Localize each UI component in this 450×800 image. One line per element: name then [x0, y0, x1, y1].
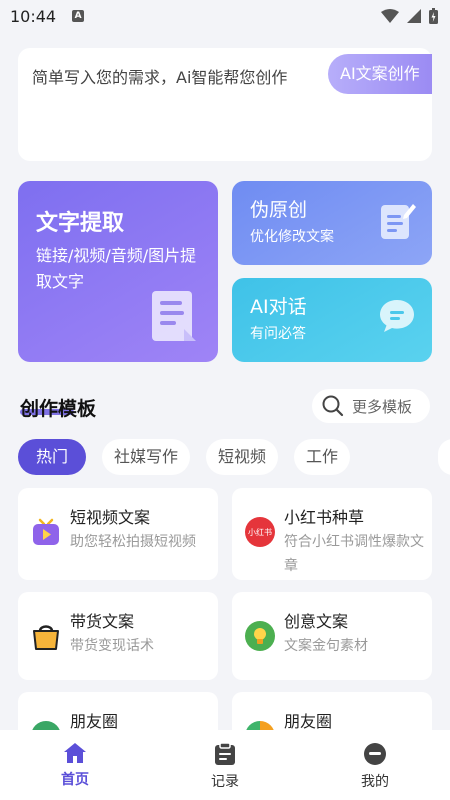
battery-icon	[429, 8, 438, 24]
chat-bubble-icon	[380, 300, 414, 332]
templates-section-title: 创作模板	[20, 398, 97, 420]
nav-records-label: 记录	[211, 774, 239, 790]
status-time: 10:44	[10, 6, 57, 26]
template-card-xiaohongshu[interactable]: 小红书 小红书种草 符合小红书调性爆款文章	[232, 488, 432, 580]
template-card-sales-copy[interactable]: 带货文案 带货变现话术	[18, 592, 218, 680]
tab-short-video[interactable]: 短视频	[206, 439, 279, 475]
template-name: 朋友圈	[284, 712, 333, 731]
nav-home[interactable]: 首页	[0, 730, 150, 800]
template-name: 创意文案	[284, 612, 349, 631]
nav-mine-label: 我的	[361, 774, 389, 790]
prompt-card[interactable]: 简单写入您的需求，Ai智能帮您创作 AI文案创作	[18, 48, 432, 161]
template-card-short-video[interactable]: 短视频文案 助您轻松拍摄短视频	[18, 488, 218, 580]
rewrite-title: 伪原创	[250, 199, 308, 221]
edit-doc-icon	[381, 204, 416, 239]
tab-hot[interactable]: 热门	[18, 439, 87, 475]
profile-icon	[364, 743, 386, 765]
ai-write-button[interactable]: AI文案创作	[328, 54, 432, 94]
rewrite-card[interactable]: 伪原创 优化修改文案	[232, 181, 432, 265]
status-bar: 10:44 A	[0, 0, 450, 32]
tab-work[interactable]: 工作	[294, 439, 351, 475]
nav-records[interactable]: 记录	[150, 730, 300, 800]
more-templates-button[interactable]: 更多模板	[312, 389, 430, 423]
template-desc: 带货变现话术	[70, 638, 154, 654]
nav-mine[interactable]: 我的	[300, 730, 450, 800]
template-name: 朋友圈	[70, 712, 119, 731]
template-card-creative-copy[interactable]: 创意文案 文案金句素材	[232, 592, 432, 680]
template-name: 带货文案	[70, 612, 135, 631]
signal-icon	[407, 9, 421, 23]
ai-chat-card[interactable]: AI对话 有问必答	[232, 278, 432, 362]
search-icon	[322, 395, 344, 417]
more-templates-label: 更多模板	[352, 397, 413, 416]
text-extract-card[interactable]: 文字提取 链接/视频/音频/图片提取文字	[18, 181, 218, 362]
template-name: 小红书种草	[284, 508, 365, 527]
tab-overflow-edge[interactable]	[438, 439, 450, 475]
shopping-bag-icon	[33, 625, 59, 650]
ai-chat-title: AI对话	[250, 296, 307, 318]
document-icon	[152, 291, 196, 341]
wifi-icon	[381, 9, 399, 23]
bottom-nav: 首页 记录 我的	[0, 730, 450, 800]
template-name: 短视频文案	[70, 508, 151, 527]
template-desc: 助您轻松拍摄短视频	[70, 534, 196, 550]
notification-indicator: A	[72, 10, 85, 22]
nav-home-label: 首页	[61, 772, 89, 788]
template-desc: 符合小红书调性爆款文章	[284, 534, 424, 574]
lightbulb-icon	[245, 621, 275, 651]
rewrite-subtitle: 优化修改文案	[250, 229, 334, 245]
ai-chat-subtitle: 有问必答	[250, 326, 306, 342]
tv-icon	[33, 518, 59, 545]
template-tabs: 热门 社媒写作 短视频 工作	[18, 439, 351, 475]
xiaohongshu-icon-text: 小红书	[248, 527, 272, 537]
prompt-placeholder[interactable]: 简单写入您的需求，Ai智能帮您创作	[32, 64, 287, 88]
clipboard-icon	[215, 742, 235, 765]
home-icon	[64, 743, 86, 763]
xiaohongshu-icon: 小红书	[245, 517, 275, 547]
tab-social-writing[interactable]: 社媒写作	[102, 439, 191, 475]
text-extract-title: 文字提取	[36, 211, 125, 236]
template-desc: 文案金句素材	[284, 638, 368, 654]
text-extract-subtitle: 链接/视频/音频/图片提取文字	[36, 246, 197, 291]
